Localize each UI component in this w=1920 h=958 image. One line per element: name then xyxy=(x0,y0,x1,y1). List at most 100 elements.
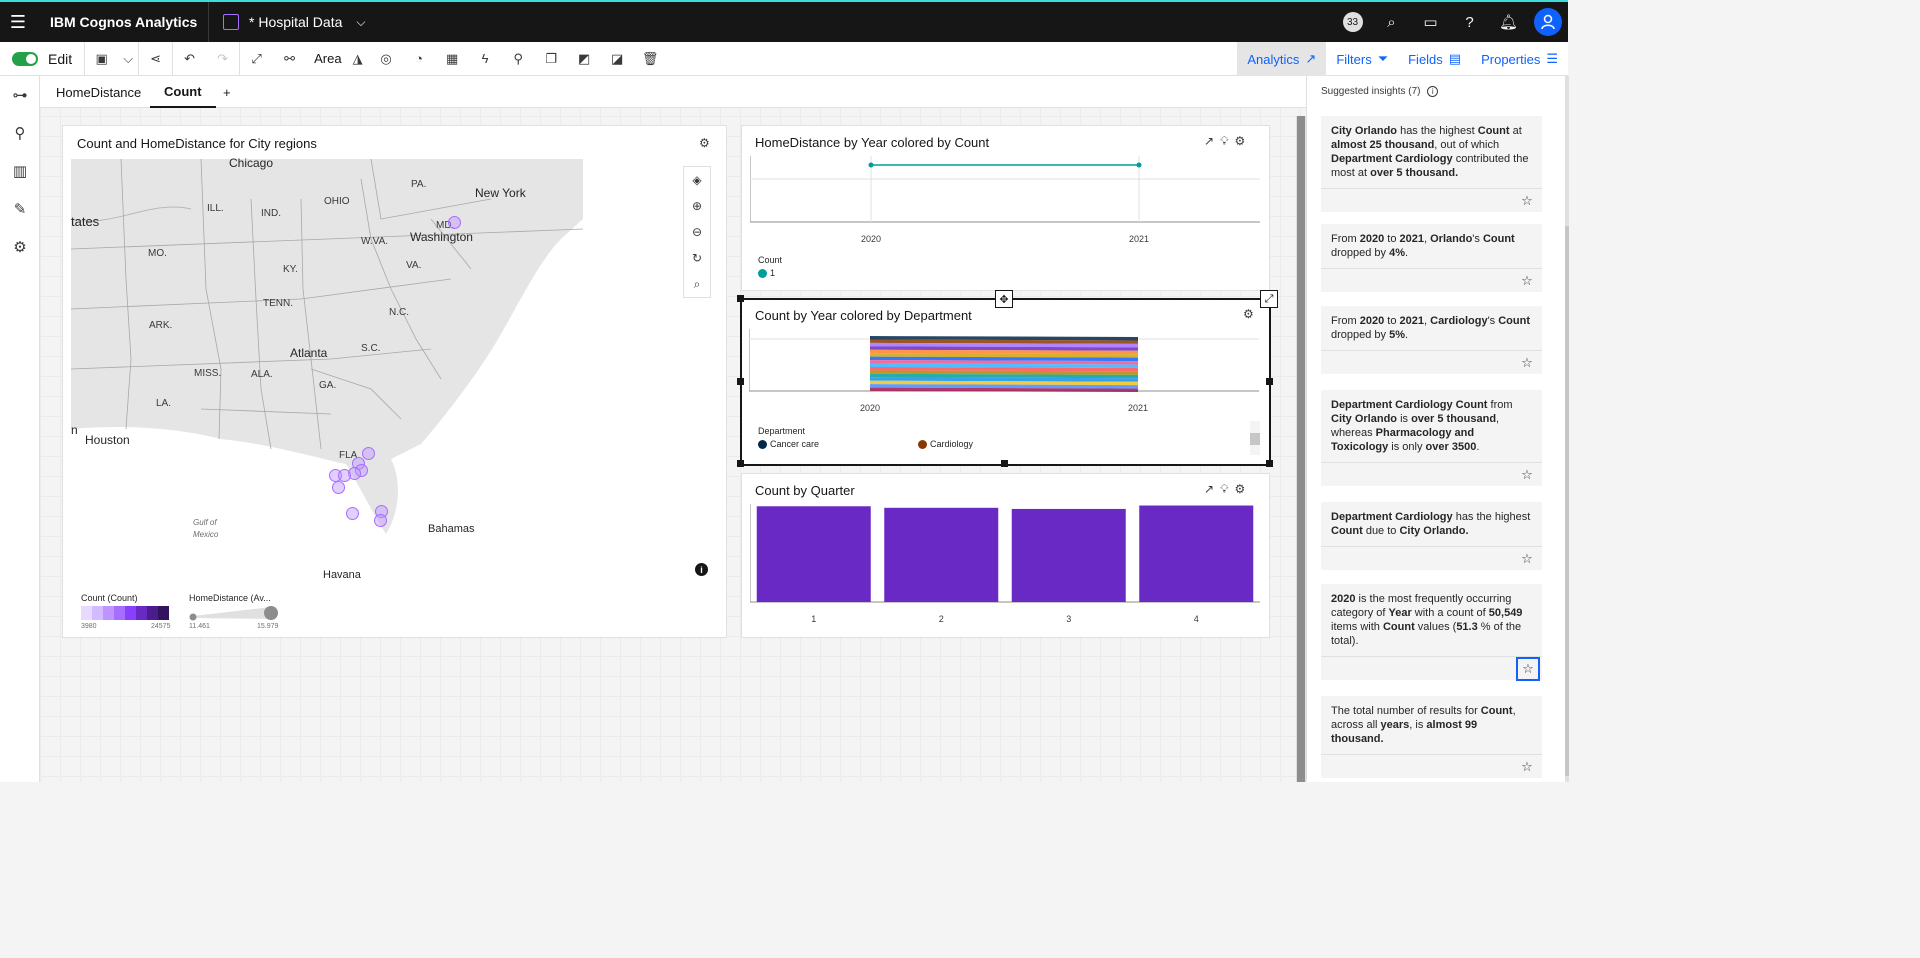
x-tick-label: 1 xyxy=(811,614,816,624)
insight-card[interactable]: 2020 is the most frequently occurring ca… xyxy=(1321,584,1542,681)
tab-filters[interactable]: Filters ⏷ xyxy=(1326,42,1398,76)
city-bubble[interactable] xyxy=(346,507,359,520)
expand-icon[interactable]: ⤢ xyxy=(240,42,273,76)
insight-card[interactable]: Department Cardiology Count from City Or… xyxy=(1321,390,1542,486)
city-bubble[interactable] xyxy=(338,469,351,482)
share-icon[interactable]: ⋖ xyxy=(139,42,172,76)
layers-icon[interactable]: ◈ xyxy=(684,167,710,193)
chart-settings-icon[interactable]: ⚙ xyxy=(1234,482,1245,497)
city-bubble[interactable] xyxy=(362,447,375,460)
visualization-type-label[interactable]: Area xyxy=(314,51,341,66)
info-icon[interactable]: i xyxy=(1427,86,1439,97)
duplicate-icon[interactable]: ❐ xyxy=(535,42,568,76)
bar-chart-panel[interactable]: Count by Quarter ↗ 💡︎ ⚙ 1 2 3 4 xyxy=(741,473,1270,638)
bar[interactable] xyxy=(1139,505,1254,602)
pin-icon[interactable]: ⚲ xyxy=(0,114,40,152)
settings-icon[interactable]: ⚙ xyxy=(0,228,40,266)
resize-handle[interactable] xyxy=(737,378,744,385)
star-icon[interactable]: ☆ xyxy=(1518,272,1536,290)
undo-icon[interactable]: ↶ xyxy=(173,42,206,76)
lightning-icon[interactable]: ϟ xyxy=(469,42,502,76)
tab-properties[interactable]: Properties ☰ xyxy=(1471,42,1568,76)
line-chart-panel[interactable]: HomeDistance by Year colored by Count ↗ … xyxy=(741,125,1270,291)
bell-icon[interactable]: 🔔︎ xyxy=(1489,2,1528,42)
bring-to-front-icon[interactable]: ◩ xyxy=(568,42,601,76)
resize-handle[interactable] xyxy=(1001,460,1008,467)
resize-handle[interactable] xyxy=(1266,378,1273,385)
map-label: n xyxy=(71,423,78,437)
move-icon[interactable]: ✥ xyxy=(995,290,1013,308)
search-icon[interactable]: ⌕ xyxy=(1372,2,1411,42)
bar[interactable] xyxy=(1011,508,1126,602)
pin-icon[interactable]: ⚲ xyxy=(502,42,535,76)
reset-view-icon[interactable]: ↻ xyxy=(684,245,710,271)
bar[interactable] xyxy=(884,507,999,602)
bar-chart[interactable]: 1 2 3 4 xyxy=(750,504,1262,629)
tab-analytics[interactable]: Analytics ↗ xyxy=(1237,42,1327,76)
data-sources-icon[interactable]: ⊶ xyxy=(0,76,40,114)
user-avatar-icon[interactable] xyxy=(1534,8,1562,36)
star-icon[interactable]: ☆ xyxy=(1518,466,1536,484)
table-icon[interactable]: ▦ xyxy=(436,42,469,76)
scrollbar-thumb[interactable] xyxy=(1297,116,1305,782)
tab-fields[interactable]: Fields ▤ xyxy=(1398,42,1471,76)
edit-toggle[interactable] xyxy=(12,51,38,66)
area-chart-icon[interactable]: ◮ xyxy=(346,42,370,76)
city-bubble[interactable] xyxy=(332,481,345,494)
color-palette-icon[interactable]: ◎ xyxy=(370,42,403,76)
tab-homedistance[interactable]: HomeDistance xyxy=(56,76,141,108)
insight-card[interactable]: From 2020 to 2021, Orlando's Count dropp… xyxy=(1321,224,1542,292)
resize-handle[interactable] xyxy=(1266,460,1273,467)
insight-card[interactable]: City Orlando has the highest Count at al… xyxy=(1321,116,1542,212)
chart-settings-icon[interactable]: ⚙ xyxy=(1234,134,1245,149)
insight-card[interactable]: Department Cardiology has the highest Co… xyxy=(1321,502,1542,570)
add-tab-button[interactable]: + xyxy=(223,76,231,108)
assistant-icon[interactable]: ✎ xyxy=(0,190,40,228)
change-visualization-icon[interactable]: ↗ xyxy=(1204,134,1214,149)
send-to-back-icon[interactable]: ◪ xyxy=(601,42,634,76)
search-icon[interactable]: ⌕ xyxy=(684,271,710,297)
change-visualization-icon[interactable]: ↗ xyxy=(1204,482,1214,497)
insights-scrollbar[interactable] xyxy=(1565,76,1569,782)
document-title[interactable]: * Hospital Data xyxy=(249,14,342,30)
resize-handle[interactable] xyxy=(737,295,744,302)
star-icon[interactable]: ☆ xyxy=(1516,657,1540,681)
canvas-scrollbar[interactable] xyxy=(1296,116,1306,782)
data-point[interactable] xyxy=(1136,162,1142,168)
map-basemap[interactable] xyxy=(71,159,583,589)
menu-icon[interactable]: ☰ xyxy=(0,2,36,42)
save-chevron-icon[interactable]: ⌵ xyxy=(118,42,138,76)
line-chart[interactable]: 2020 2021 xyxy=(750,156,1262,246)
visualizations-icon[interactable]: ▥ xyxy=(0,152,40,190)
relationship-icon[interactable]: ⚯ xyxy=(273,42,306,76)
city-bubble[interactable] xyxy=(448,216,461,229)
chat-icon[interactable]: ▭ xyxy=(1411,2,1450,42)
redo-icon[interactable]: ↷ xyxy=(206,42,239,76)
star-icon[interactable]: ☆ xyxy=(1518,550,1536,568)
help-icon[interactable]: ? xyxy=(1450,2,1489,42)
zoom-in-icon[interactable]: ⊕ xyxy=(684,193,710,219)
info-icon[interactable]: i xyxy=(695,563,708,576)
insight-card[interactable]: The total number of results for Count, a… xyxy=(1321,696,1542,778)
chevron-down-icon[interactable]: ⌵ xyxy=(356,15,365,30)
tab-count[interactable]: Count xyxy=(150,76,216,108)
star-icon[interactable]: ☆ xyxy=(1518,192,1536,210)
insights-bulb-icon[interactable]: 💡︎ xyxy=(1220,134,1228,149)
notifications-count[interactable]: 33 xyxy=(1333,2,1372,42)
zoom-out-icon[interactable]: ⊖ xyxy=(684,219,710,245)
scrollbar-thumb[interactable] xyxy=(1565,226,1569,776)
star-icon[interactable]: ☆ xyxy=(1518,354,1536,372)
map-panel[interactable]: Count and HomeDistance for City regions … xyxy=(62,125,727,638)
bar[interactable] xyxy=(756,506,871,602)
maximize-icon[interactable]: ⤢ xyxy=(1260,290,1278,308)
save-icon[interactable]: ▣ xyxy=(85,42,118,76)
resize-handle[interactable] xyxy=(737,460,744,467)
insight-card[interactable]: From 2020 to 2021, Cardiology's Count dr… xyxy=(1321,306,1542,374)
data-point[interactable] xyxy=(868,162,874,168)
map-settings-icon[interactable]: ⚙ xyxy=(699,136,710,150)
timer-icon[interactable]: ◔ xyxy=(403,42,436,76)
city-bubble[interactable] xyxy=(374,514,387,527)
insights-bulb-icon[interactable]: 💡︎ xyxy=(1220,482,1228,497)
star-icon[interactable]: ☆ xyxy=(1518,758,1536,776)
delete-icon[interactable]: 🗑︎ xyxy=(634,42,667,76)
